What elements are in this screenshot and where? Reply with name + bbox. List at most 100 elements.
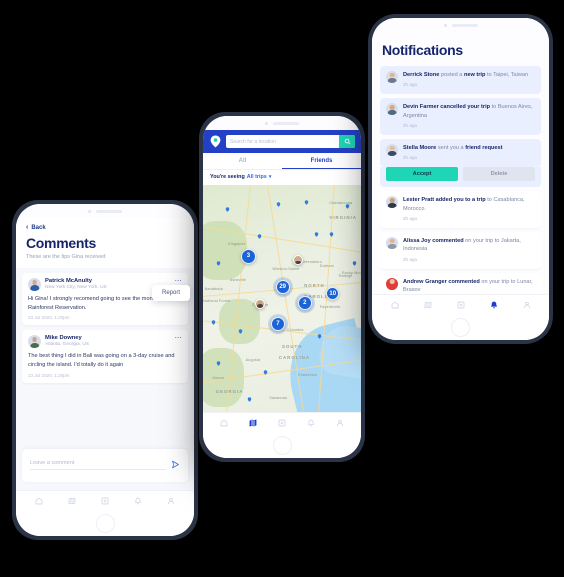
avatar	[386, 236, 398, 249]
map-pin-icon[interactable]	[263, 362, 268, 375]
comment-input[interactable]: Leave a comment	[30, 460, 166, 470]
search-input[interactable]: Search for a location	[226, 135, 339, 148]
comment-item[interactable]: Mike Downey Atlanta, Georgia, US ⋯ The b…	[22, 330, 188, 383]
map-pin-icon[interactable]	[211, 312, 216, 325]
profile-icon[interactable]	[523, 301, 531, 309]
report-menu-item[interactable]: Report	[151, 285, 190, 301]
comment-author: Mike Downey	[45, 335, 82, 342]
comments-header: ‹ Back Comments These are the tips Gina …	[16, 218, 194, 268]
map-user-avatar[interactable]	[255, 298, 266, 309]
search-icon[interactable]	[339, 135, 355, 148]
tab-all[interactable]: All	[203, 153, 282, 169]
add-trip-icon[interactable]	[101, 497, 109, 505]
search-bar[interactable]: Search for a location	[226, 135, 355, 148]
comment-header: Mike Downey Atlanta, Georgia, US	[28, 335, 182, 349]
home-button[interactable]	[451, 317, 470, 337]
home-button[interactable]	[95, 513, 115, 533]
map-pin-icon[interactable]	[257, 226, 262, 239]
bell-icon[interactable]	[490, 301, 498, 309]
notification-text: Derrick Stone posted a new trip to Taipe…	[403, 71, 535, 89]
comment-item[interactable]: Patrick McAnulty New York City, New York…	[22, 273, 190, 326]
comment-composer[interactable]: Leave a comment	[22, 449, 188, 483]
notification-mid: sent you a	[436, 144, 466, 151]
phone-right-notifications: Notifications Derrick Stone posted a new…	[368, 14, 553, 344]
map-cluster-marker[interactable]: 7	[270, 316, 285, 331]
more-horizontal-icon[interactable]: ⋯	[175, 278, 182, 285]
comment-text: The best thing I did in Bali was going o…	[28, 353, 175, 368]
map-icon[interactable]	[249, 419, 257, 427]
add-trip-icon[interactable]	[457, 301, 465, 309]
profile-icon[interactable]	[336, 419, 344, 427]
map-pin-icon[interactable]	[329, 224, 334, 237]
composer-area: Leave a comment	[16, 443, 194, 490]
notification-item[interactable]: Stella Moore sent you a friend request 2…	[380, 138, 541, 168]
map-pin-icon[interactable]	[238, 321, 243, 334]
map-label: Savannah	[269, 396, 288, 401]
filter-value[interactable]: All trips	[247, 174, 267, 180]
notification-timestamp: 2h ago	[403, 155, 418, 161]
home-indicator-area	[16, 510, 194, 536]
map-canvas[interactable]: VIRGINIA NORTH CAROLINA SOUTH CAROLINA G…	[203, 185, 361, 412]
accept-button[interactable]: Accept	[386, 167, 458, 182]
chevron-left-icon: ‹	[26, 224, 29, 231]
notification-timestamp: 2h ago	[403, 82, 418, 88]
map-icon[interactable]	[424, 301, 432, 309]
notifications-list[interactable]: Derrick Stone posted a new trip to Taipe…	[380, 66, 541, 294]
map-pin-icon[interactable]	[352, 253, 357, 266]
avatar-body	[387, 150, 397, 156]
notch-speaker-icon	[96, 209, 122, 213]
comments-list[interactable]: Patrick McAnulty New York City, New York…	[16, 268, 194, 443]
notification-timestamp: 2h ago	[403, 256, 418, 262]
bottom-navigation[interactable]	[372, 294, 549, 314]
map-pin-icon[interactable]	[216, 253, 221, 266]
home-button[interactable]	[272, 435, 292, 455]
avatar-body	[387, 110, 397, 116]
bell-icon[interactable]	[134, 497, 142, 505]
map-pin-icon[interactable]	[314, 224, 319, 237]
chevron-down-icon[interactable]: ▾	[269, 174, 272, 180]
more-horizontal-icon[interactable]: ⋯	[175, 335, 182, 342]
location-pin-logo	[209, 135, 222, 148]
notification-highlight: new trip	[463, 72, 486, 78]
avatar-body	[387, 77, 397, 83]
send-icon[interactable]	[171, 456, 180, 474]
notch-speaker-icon	[451, 23, 478, 27]
home-icon[interactable]	[220, 419, 228, 427]
map-cluster-marker[interactable]: 29	[275, 280, 290, 295]
notch-speaker-icon	[273, 121, 299, 125]
map-label: Nantahala	[204, 287, 223, 292]
trip-filter[interactable]: You're seeing All trips ▾	[203, 170, 361, 185]
friend-request-actions[interactable]: Accept Delete	[380, 167, 541, 188]
bell-icon[interactable]	[307, 419, 315, 427]
map-icon[interactable]	[68, 497, 76, 505]
notification-item[interactable]: Devin Farmer cancelled your trip to Buen…	[380, 98, 541, 135]
map-pin-icon[interactable]	[345, 196, 350, 210]
notification-item[interactable]: Derrick Stone posted a new trip to Taipe…	[380, 66, 541, 95]
notification-item[interactable]: Andrew Granger commented on your trip to…	[380, 272, 541, 294]
notification-item[interactable]: Lester Pratt added you to a trip to Casa…	[380, 191, 541, 228]
home-icon[interactable]	[391, 301, 399, 309]
map-pin-icon[interactable]	[276, 194, 281, 207]
avatar-body	[29, 285, 40, 291]
status-notch	[203, 116, 361, 130]
avatar-body	[387, 202, 397, 209]
map-pin-icon[interactable]	[247, 389, 252, 403]
map-pin-icon[interactable]	[317, 326, 322, 339]
bottom-navigation[interactable]	[203, 412, 361, 432]
map-pin-icon[interactable]	[216, 353, 221, 366]
map-tabs[interactable]: All Friends	[203, 153, 361, 170]
map-cluster-marker[interactable]: 3	[240, 248, 256, 264]
add-trip-icon[interactable]	[278, 419, 286, 427]
map-pin-icon[interactable]	[225, 199, 230, 212]
tab-friends[interactable]: Friends	[282, 153, 361, 169]
profile-icon[interactable]	[167, 497, 175, 505]
map-cluster-marker[interactable]: 2	[297, 296, 312, 311]
back-button[interactable]: ‹ Back	[26, 224, 184, 231]
notification-item[interactable]: Alissa Joy commented on your trip to Jak…	[380, 231, 541, 269]
bottom-navigation[interactable]	[16, 490, 194, 510]
avatar-head	[32, 337, 37, 343]
notification-actor: Stella Moore	[403, 144, 437, 151]
delete-button[interactable]: Delete	[463, 167, 535, 182]
home-icon[interactable]	[35, 497, 43, 505]
map-pin-icon[interactable]	[304, 192, 309, 205]
